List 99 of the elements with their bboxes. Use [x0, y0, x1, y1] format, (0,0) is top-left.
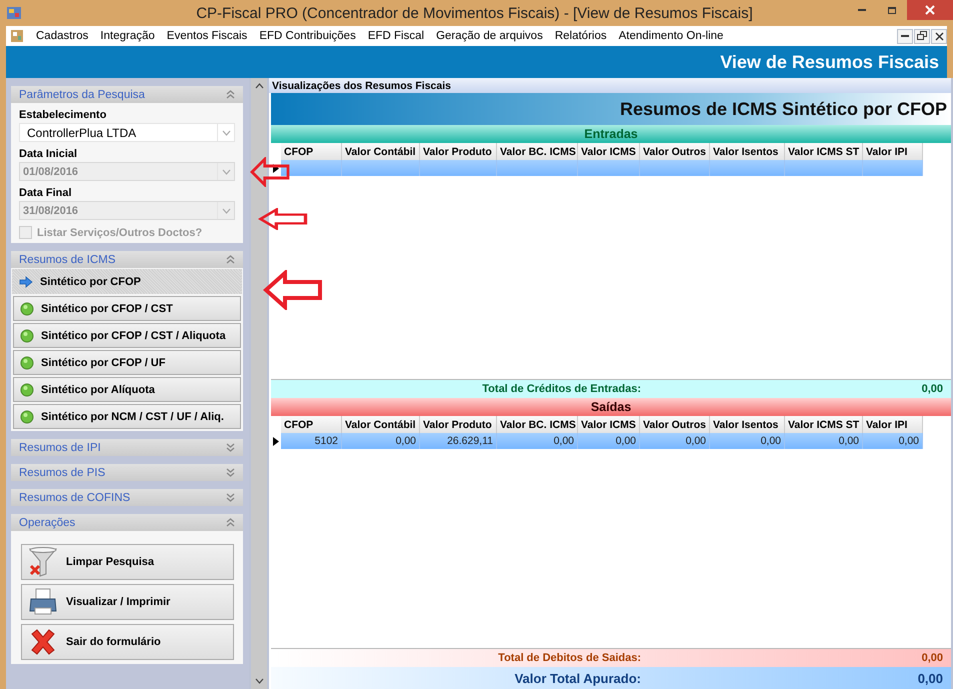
- arrow-icon: [19, 276, 33, 288]
- menu-item[interactable]: Relatórios: [548, 30, 613, 42]
- close-button[interactable]: [931, 28, 947, 44]
- column-header[interactable]: Valor ICMS: [578, 416, 640, 433]
- menu-item[interactable]: Eventos Fiscais: [160, 30, 254, 42]
- menu-button[interactable]: Sintético por Alíquota: [13, 377, 241, 402]
- annotation-arrow-icon: [258, 208, 308, 230]
- expand-icon[interactable]: [226, 443, 235, 452]
- caret-icon[interactable]: [222, 130, 230, 136]
- field-label: Data Final: [19, 187, 73, 199]
- minimize-icon: [858, 9, 866, 11]
- collapse-icon[interactable]: [226, 90, 235, 99]
- table-cell: 0,00: [710, 433, 785, 449]
- column-header[interactable]: Valor Contábil: [342, 416, 420, 433]
- column-header[interactable]: Valor BC. ICMS: [497, 416, 578, 433]
- table-row[interactable]: 5102 0,00 26.629,11 0,00 0,00 0,00 0,00 0,00 0,00: [271, 433, 923, 449]
- column-header[interactable]: Valor Produto: [420, 416, 497, 433]
- table-cell: 0,00: [578, 433, 640, 449]
- table-cell: 26.629,11: [420, 433, 497, 449]
- column-header[interactable]: Valor Outros: [640, 416, 710, 433]
- column-header[interactable]: Valor Outros: [640, 143, 710, 160]
- column-header[interactable]: Valor BC. ICMS: [497, 143, 578, 160]
- column-header[interactable]: Valor Contábil: [342, 143, 420, 160]
- menu-item[interactable]: Geração de arquivos: [430, 30, 549, 42]
- dropdown-field[interactable]: ControllerPlua LTDA: [19, 123, 235, 142]
- menu-button[interactable]: Sintético por NCM / CST / UF / Aliq.: [13, 404, 241, 429]
- menu-item[interactable]: Integração: [94, 30, 161, 42]
- panel-title: Visualizações dos Resumos Fiscais: [269, 78, 951, 93]
- dot-icon: [20, 382, 34, 396]
- table-cell: 0,00: [640, 433, 710, 449]
- header-title: View de Resumos Fiscais: [720, 52, 939, 72]
- menu-button[interactable]: Sintético por CFOP: [12, 269, 242, 294]
- dot-icon: [20, 410, 34, 424]
- menu-item[interactable]: EFD Fiscal: [362, 30, 430, 42]
- column-header[interactable]: Valor ICMS: [578, 143, 640, 160]
- collapse-icon[interactable]: [226, 255, 235, 264]
- column-header[interactable]: CFOP: [281, 143, 342, 160]
- action-button[interactable]: Limpar Pesquisa: [21, 544, 234, 580]
- field-label: Data Inicial: [19, 148, 78, 160]
- column-header[interactable]: Valor ICMS ST: [785, 416, 863, 433]
- column-header[interactable]: Valor IPI: [863, 416, 923, 433]
- menu-button[interactable]: Sintético por CFOP / CST / Aliquota: [13, 323, 241, 348]
- group-header[interactable]: Parâmetros da Pesquisa: [11, 86, 243, 103]
- menu-item[interactable]: Atendimento On-line: [612, 30, 730, 42]
- restore-icon: [917, 31, 927, 41]
- printer-icon: [28, 587, 58, 617]
- section-title: Entradas: [271, 125, 951, 143]
- column-header[interactable]: CFOP: [281, 416, 342, 433]
- dot-icon: [20, 328, 34, 342]
- grand-total-value: 0,00: [918, 670, 944, 686]
- column-header[interactable]: Valor Isentos: [710, 143, 785, 160]
- group-header[interactable]: Resumos de COFINS: [11, 489, 243, 506]
- menu-button[interactable]: Sintético por CFOP / UF: [13, 350, 241, 375]
- total-value: 0,00: [922, 383, 944, 395]
- scrollbar[interactable]: [251, 78, 267, 689]
- minimize-icon: [901, 35, 909, 37]
- group-header[interactable]: Resumos de ICMS: [11, 251, 243, 268]
- close-icon: [934, 32, 944, 40]
- column-header[interactable]: Valor Produto: [420, 143, 497, 160]
- dot-icon: [20, 302, 34, 316]
- table-cell: 0,00: [863, 433, 923, 449]
- field-label: Estabelecimento: [19, 109, 108, 121]
- minimize-button[interactable]: [897, 28, 913, 44]
- collapse-icon[interactable]: [226, 518, 235, 527]
- action-button[interactable]: Sair do formulário: [21, 624, 234, 660]
- app-icon: [6, 5, 22, 21]
- expand-icon[interactable]: [226, 468, 235, 477]
- table-cell: 0,00: [785, 433, 863, 449]
- menu-button[interactable]: Sintético por CFOP / CST: [13, 296, 241, 321]
- annotation-arrow-icon: [263, 270, 323, 310]
- table-cell: 0,00: [497, 433, 578, 449]
- total-value: 0,00: [922, 652, 944, 664]
- section-title: Saídas: [271, 398, 951, 416]
- restore-button[interactable]: [914, 28, 930, 44]
- table-cell: 0,00: [342, 433, 420, 449]
- document-icon[interactable]: [10, 29, 24, 43]
- menu-item[interactable]: Cadastros: [30, 30, 94, 42]
- menu-item[interactable]: EFD Contribuições: [253, 30, 362, 42]
- group-header[interactable]: Resumos de PIS: [11, 464, 243, 481]
- maximize-icon: [887, 5, 897, 15]
- table-row[interactable]: [271, 160, 923, 176]
- checkbox-label: Listar Serviços/Outros Doctos?: [37, 226, 202, 238]
- column-header[interactable]: Valor Isentos: [710, 416, 785, 433]
- total-label: Total de Debitos de Saidas:: [497, 652, 641, 664]
- total-label: Total de Créditos de Entradas:: [481, 383, 641, 395]
- grand-total-label: Valor Total Apurado:: [514, 670, 641, 686]
- close-icon: [925, 5, 935, 15]
- action-button[interactable]: Visualizar / Imprimir: [21, 584, 234, 620]
- expand-icon[interactable]: [226, 493, 235, 502]
- annotation-arrow-icon: [250, 157, 290, 187]
- group-header[interactable]: Operações: [11, 514, 243, 531]
- dot-icon: [20, 356, 34, 370]
- group-header[interactable]: Resumos de IPI: [11, 439, 243, 456]
- column-header[interactable]: Valor IPI: [863, 143, 923, 160]
- table-cell: 5102: [281, 433, 342, 449]
- report-title: Resumos de ICMS Sintético por CFOP: [620, 98, 947, 120]
- funnel-icon: [28, 546, 58, 578]
- window-title: CP-Fiscal PRO (Concentrador de Movimentos Fiscais) - [View de Resumos Fiscais]: [195, 4, 753, 22]
- column-header[interactable]: Valor ICMS ST: [785, 143, 863, 160]
